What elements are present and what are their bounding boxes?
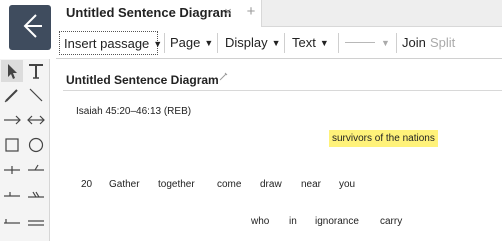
chevron-down-icon: ▼ bbox=[271, 38, 281, 48]
diagram-canvas[interactable]: Untitled Sentence Diagram Isaiah 45:20–4… bbox=[51, 60, 502, 241]
page-menu-button[interactable]: Page ▼ bbox=[170, 31, 213, 55]
chevron-down-icon: ▼ bbox=[319, 38, 329, 48]
diagram-word[interactable]: who bbox=[251, 216, 269, 227]
diagram-word[interactable]: near bbox=[301, 179, 321, 190]
chevron-down-icon: ▼ bbox=[204, 38, 214, 48]
bracket-baseline-icon bbox=[4, 219, 20, 224]
diagram-word[interactable]: 20 bbox=[81, 179, 92, 190]
pointer-icon bbox=[8, 64, 17, 79]
baseline-tool[interactable] bbox=[1, 184, 23, 206]
toolbar: Insert passage ▼ Page ▼ Display ▼ Text ▼ ▼ J… bbox=[56, 27, 502, 59]
text-menu-label: Text bbox=[292, 35, 316, 50]
join-button[interactable]: Join bbox=[402, 31, 426, 55]
edit-title-icon[interactable] bbox=[218, 72, 228, 82]
diagram-word[interactable]: together bbox=[158, 179, 195, 190]
chevron-down-icon: ▼ bbox=[381, 38, 390, 48]
toolbar-divider bbox=[284, 33, 285, 53]
tab-title: Untitled Sentence Diagram bbox=[66, 5, 232, 20]
tool-palette bbox=[0, 59, 50, 241]
diagram-word[interactable]: you bbox=[339, 179, 355, 190]
chevron-down-icon: ▼ bbox=[153, 39, 163, 49]
diagram-word[interactable]: in bbox=[289, 216, 297, 227]
display-menu-label: Display bbox=[225, 35, 268, 50]
line-style-preview bbox=[345, 42, 375, 43]
pencil-icon bbox=[4, 89, 18, 103]
highlighted-phrase[interactable]: survivors of the nations bbox=[329, 130, 438, 147]
toolbar-divider bbox=[164, 33, 165, 53]
double-arrow-tool[interactable] bbox=[25, 109, 47, 131]
page-menu-label: Page bbox=[170, 35, 201, 50]
toolbar-divider bbox=[396, 33, 397, 53]
passage-reference: Isaiah 45:20–46:13 (REB) bbox=[76, 106, 192, 117]
tab-untitled-diagram[interactable]: Untitled Sentence Diagram × + bbox=[56, 0, 262, 27]
bracket-baseline-tool[interactable] bbox=[1, 209, 23, 231]
horizontal-tick-tool[interactable] bbox=[1, 159, 23, 181]
diagram-word[interactable]: draw bbox=[260, 179, 282, 190]
circle-icon bbox=[28, 137, 44, 153]
insert-passage-button[interactable]: Insert passage ▼ bbox=[59, 31, 162, 55]
diagram-word[interactable]: come bbox=[217, 179, 241, 190]
diagram-word[interactable]: Gather bbox=[109, 179, 140, 190]
add-tab-icon[interactable]: + bbox=[244, 3, 258, 21]
circle-tool[interactable] bbox=[25, 134, 47, 156]
toolbar-divider bbox=[217, 33, 218, 53]
text-menu-button[interactable]: Text ▼ bbox=[292, 31, 329, 55]
line-style-dropdown[interactable]: ▼ bbox=[345, 31, 395, 55]
double-baseline-tool[interactable] bbox=[25, 209, 47, 231]
diagram-word[interactable]: ignorance bbox=[315, 216, 359, 227]
double-baseline-icon bbox=[28, 220, 44, 226]
line-icon bbox=[29, 88, 43, 102]
arrow-icon bbox=[4, 115, 21, 125]
title-divider bbox=[63, 90, 502, 91]
baseline-icon bbox=[4, 192, 20, 197]
display-menu-button[interactable]: Display ▼ bbox=[225, 31, 281, 55]
text-tool-icon bbox=[29, 64, 43, 79]
split-button[interactable]: Split bbox=[430, 31, 455, 55]
text-tool[interactable] bbox=[25, 60, 47, 82]
slash-baseline-icon bbox=[28, 191, 44, 198]
close-tab-icon[interactable]: × bbox=[221, 4, 235, 20]
slant-tick-tool[interactable] bbox=[25, 159, 47, 181]
line-tool[interactable] bbox=[25, 84, 47, 106]
diagram-word[interactable]: carry bbox=[380, 216, 402, 227]
double-arrow-icon bbox=[27, 115, 45, 125]
pointer-tool[interactable] bbox=[1, 60, 23, 82]
document-title[interactable]: Untitled Sentence Diagram bbox=[66, 73, 219, 87]
insert-passage-label: Insert passage bbox=[64, 36, 150, 51]
rectangle-icon bbox=[5, 138, 19, 152]
horizontal-tick-icon bbox=[4, 166, 20, 174]
arrow-tool[interactable] bbox=[1, 109, 23, 131]
tab-strip: Untitled Sentence Diagram × + bbox=[56, 0, 502, 27]
diagram-logo-icon bbox=[23, 14, 42, 38]
pencil-tool[interactable] bbox=[1, 84, 23, 106]
app-logo[interactable] bbox=[9, 5, 51, 50]
slash-baseline-tool[interactable] bbox=[25, 184, 47, 206]
toolbar-divider bbox=[338, 33, 339, 53]
slant-tick-icon bbox=[28, 164, 44, 171]
rectangle-tool[interactable] bbox=[1, 134, 23, 156]
